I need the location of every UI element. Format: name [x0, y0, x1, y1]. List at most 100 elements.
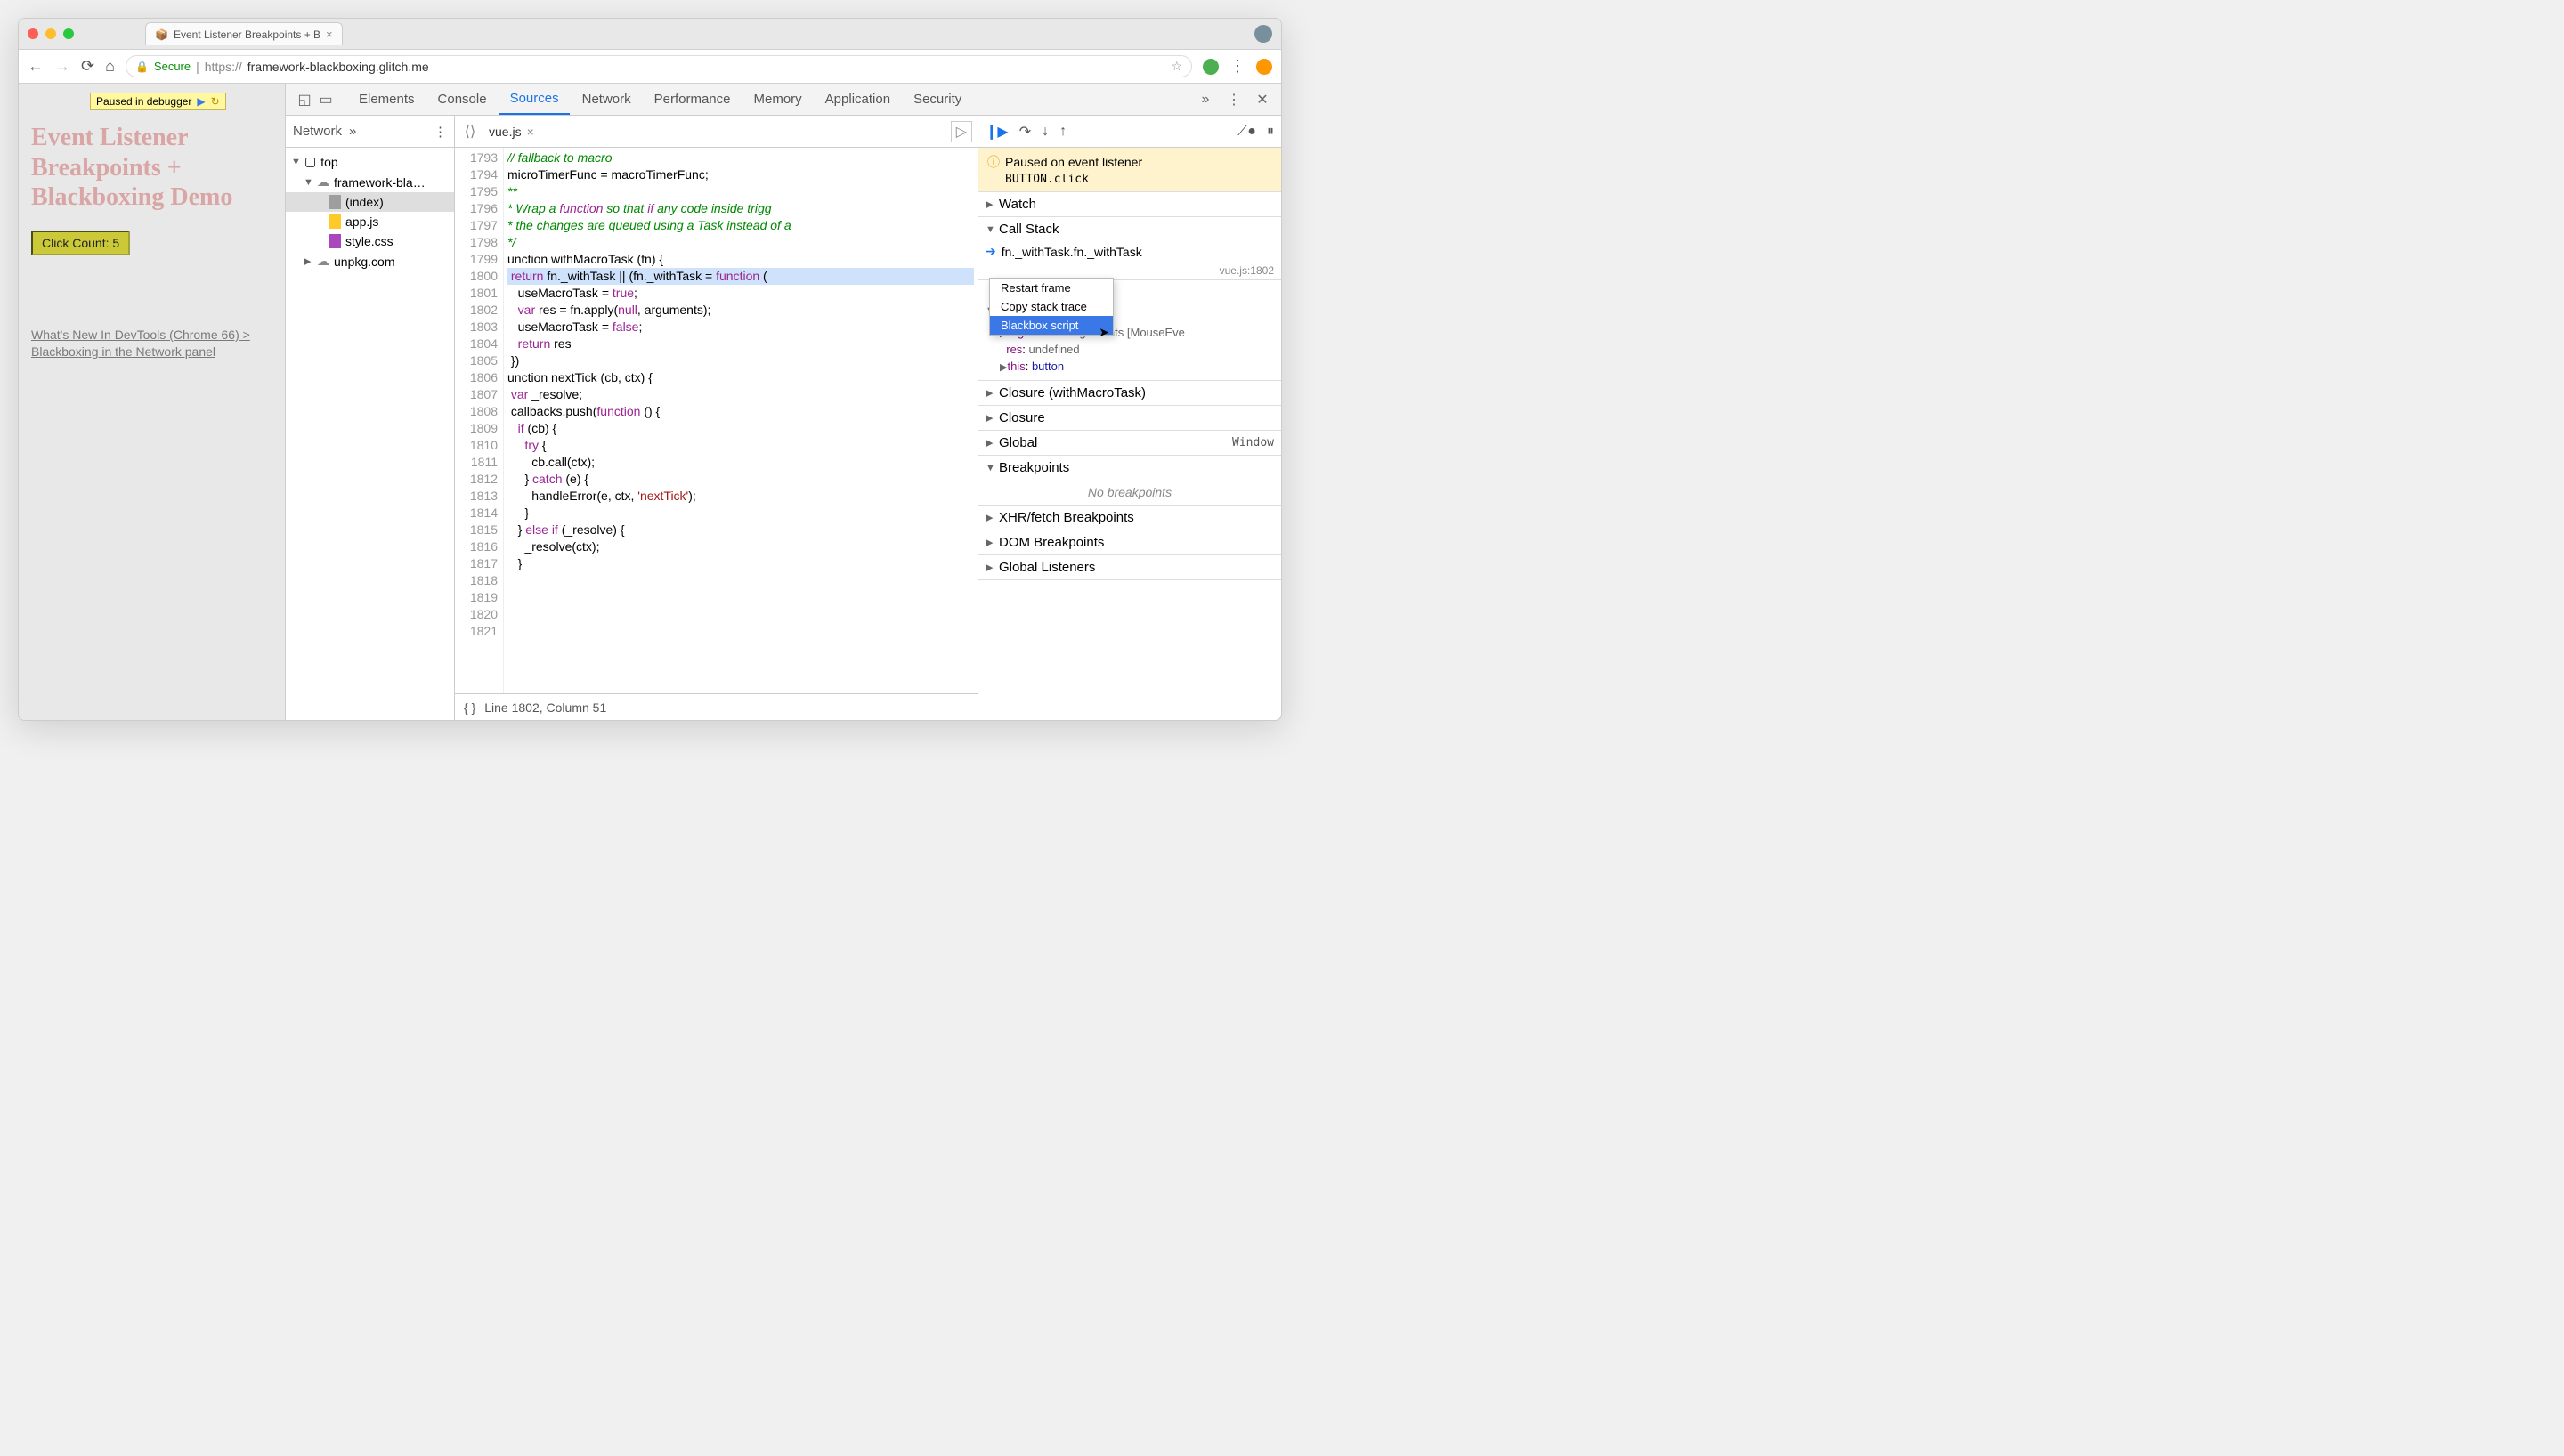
- menu-icon[interactable]: ⋮: [1229, 57, 1245, 76]
- tab-application[interactable]: Application: [815, 85, 901, 114]
- ctx-copy-stack-trace[interactable]: Copy stack trace: [990, 297, 1113, 316]
- extension-icon[interactable]: [1203, 59, 1219, 75]
- minimize-window-button[interactable]: [45, 28, 56, 39]
- tab-memory[interactable]: Memory: [743, 85, 813, 114]
- body: Paused in debugger ▶ ↻ Event Listener Br…: [19, 84, 1281, 720]
- step-over-button[interactable]: ↷: [1019, 123, 1031, 141]
- back-button[interactable]: ←: [28, 57, 44, 76]
- breakpoints-header[interactable]: ▼Breakpoints: [978, 456, 1281, 480]
- reload-button[interactable]: ⟳: [81, 57, 94, 76]
- deactivate-breakpoints-button[interactable]: ⟋●: [1237, 124, 1256, 140]
- paused-reason: Paused on event listener: [1005, 155, 1142, 169]
- section-closure2[interactable]: ▶Closure: [978, 406, 1281, 431]
- secure-label: Secure: [154, 60, 191, 73]
- paused-in-debugger-badge: Paused in debugger ▶ ↻: [90, 93, 226, 110]
- code: // fallback to macromicroTimerFunc = mac…: [504, 148, 978, 693]
- devtools-body: Network » ⋮ ▼▢top ▼☁framework-bla… (inde…: [286, 116, 1281, 720]
- maximize-window-button[interactable]: [63, 28, 74, 39]
- format-icon[interactable]: { }: [464, 700, 475, 715]
- devtools: ◱ ▭ Elements Console Sources Network Per…: [286, 84, 1281, 720]
- close-devtools-icon[interactable]: ✕: [1253, 90, 1272, 109]
- tab-security[interactable]: Security: [903, 85, 972, 114]
- step-out-button[interactable]: ↑: [1059, 124, 1067, 140]
- profile-avatar[interactable]: [1254, 25, 1272, 43]
- tree-file-appjs[interactable]: app.js: [286, 212, 454, 231]
- section-global[interactable]: ▶GlobalWindow: [978, 431, 1281, 456]
- tab-performance[interactable]: Performance: [644, 85, 742, 114]
- nav-menu-icon[interactable]: ⋮: [434, 124, 447, 140]
- stack-frame[interactable]: ➔ fn._withTask.fn._withTask: [978, 241, 1281, 262]
- section-global-listeners[interactable]: ▶Global Listeners: [978, 555, 1281, 580]
- step-icon[interactable]: ↻: [211, 95, 220, 108]
- device-icon[interactable]: ▭: [316, 90, 336, 109]
- tab-elements[interactable]: Elements: [348, 85, 426, 114]
- tab-console[interactable]: Console: [427, 85, 498, 114]
- nav-more-icon[interactable]: »: [349, 124, 356, 139]
- tree-top[interactable]: ▼▢top: [286, 151, 454, 172]
- editor-status: { } Line 1802, Column 51: [455, 693, 978, 720]
- url-input[interactable]: 🔒 Secure | https://framework-blackboxing…: [126, 55, 1192, 77]
- address-bar: ← → ⟳ ⌂ 🔒 Secure | https://framework-bla…: [19, 50, 1281, 84]
- settings-icon[interactable]: ⋮: [1224, 90, 1244, 109]
- cursor-position: Line 1802, Column 51: [484, 700, 606, 715]
- resume-icon[interactable]: ▶: [197, 95, 205, 108]
- section-xhr-breakpoints[interactable]: ▶XHR/fetch Breakpoints: [978, 506, 1281, 530]
- close-editor-tab-icon[interactable]: ×: [527, 125, 534, 139]
- frame-location: vue.js:1802: [1220, 264, 1274, 277]
- file-tree: ▼▢top ▼☁framework-bla… (index) app.js st…: [286, 148, 454, 275]
- editor-tabs: ⟨⟩ vue.js × ▷: [455, 116, 978, 148]
- source-editor: ⟨⟩ vue.js × ▷ 17931794179517961797179817…: [455, 116, 978, 720]
- ctx-blackbox-script[interactable]: Blackbox script ➤: [990, 316, 1113, 335]
- home-button[interactable]: ⌂: [105, 57, 115, 76]
- debugger-panel: ❙▶ ↷ ↓ ↑ ⟋● ⏸ ⓘPaused on event listener …: [978, 116, 1281, 720]
- section-closure1[interactable]: ▶Closure (withMacroTask): [978, 381, 1281, 406]
- paused-event: BUTTON.click: [1005, 173, 1272, 186]
- click-count-button[interactable]: Click Count: 5: [31, 231, 130, 255]
- code-area[interactable]: 1793179417951796179717981799180018011802…: [455, 148, 978, 693]
- browser-tab[interactable]: 📦 Event Listener Breakpoints + B ×: [145, 22, 343, 45]
- resume-button[interactable]: ❙▶: [986, 123, 1009, 141]
- more-tabs-icon[interactable]: »: [1196, 90, 1215, 109]
- tab-sources[interactable]: Sources: [499, 84, 570, 115]
- callstack-header[interactable]: ▼Call Stack: [978, 217, 1281, 241]
- close-window-button[interactable]: [28, 28, 38, 39]
- notification-icon[interactable]: [1256, 59, 1272, 75]
- inspect-icon[interactable]: ◱: [295, 90, 314, 109]
- section-watch[interactable]: ▶Watch: [978, 192, 1281, 217]
- titlebar: 📦 Event Listener Breakpoints + B ×: [19, 19, 1281, 50]
- scope-this[interactable]: ▶this: button: [1000, 358, 1274, 375]
- section-breakpoints: ▼Breakpoints No breakpoints: [978, 456, 1281, 506]
- context-menu: Restart frame Copy stack trace Blackbox …: [989, 278, 1114, 336]
- tree-domain-unpkg[interactable]: ▶☁unpkg.com: [286, 251, 454, 271]
- close-tab-icon[interactable]: ×: [326, 28, 333, 41]
- editor-nav-icon[interactable]: ⟨⟩: [460, 123, 480, 141]
- tree-file-index[interactable]: (index): [286, 192, 454, 212]
- devtools-tabs: ◱ ▭ Elements Console Sources Network Per…: [286, 84, 1281, 116]
- url-host: framework-blackboxing.glitch.me: [247, 60, 429, 74]
- pause-on-exceptions-button[interactable]: ⏸: [1267, 124, 1274, 140]
- tree-domain[interactable]: ▼☁framework-bla…: [286, 172, 454, 192]
- section-dom-breakpoints[interactable]: ▶DOM Breakpoints: [978, 530, 1281, 555]
- tab-title: Event Listener Breakpoints + B: [174, 28, 320, 41]
- forward-button[interactable]: →: [54, 57, 70, 76]
- page-title: Event Listener Breakpoints + Blackboxing…: [31, 123, 272, 213]
- nav-tab-network[interactable]: Network: [293, 124, 342, 139]
- navigator-header: Network » ⋮: [286, 116, 454, 148]
- editor-tab-vuejs[interactable]: vue.js ×: [480, 119, 543, 144]
- ctx-restart-frame[interactable]: Restart frame: [990, 279, 1113, 297]
- url-protocol: https://: [205, 60, 242, 74]
- section-call-stack: ▼Call Stack ➔ fn._withTask.fn._withTask …: [978, 217, 1281, 280]
- browser-tabs: 📦 Event Listener Breakpoints + B ×: [145, 22, 343, 45]
- page-link[interactable]: What's New In DevTools (Chrome 66) > Bla…: [31, 327, 272, 361]
- bookmark-icon[interactable]: ☆: [1171, 59, 1182, 74]
- tree-file-stylecss[interactable]: style.css: [286, 231, 454, 251]
- tab-network[interactable]: Network: [572, 85, 642, 114]
- gutter: 1793179417951796179717981799180018011802…: [455, 148, 504, 693]
- no-breakpoints-text: No breakpoints: [978, 480, 1281, 505]
- run-snippet-icon[interactable]: ▷: [951, 121, 972, 142]
- step-into-button[interactable]: ↓: [1042, 124, 1049, 140]
- current-frame-icon: ➔: [986, 244, 996, 259]
- sources-navigator: Network » ⋮ ▼▢top ▼☁framework-bla… (inde…: [286, 116, 455, 720]
- frame-function: fn._withTask.fn._withTask: [1002, 245, 1142, 259]
- browser-window: 📦 Event Listener Breakpoints + B × ← → ⟳…: [18, 18, 1282, 721]
